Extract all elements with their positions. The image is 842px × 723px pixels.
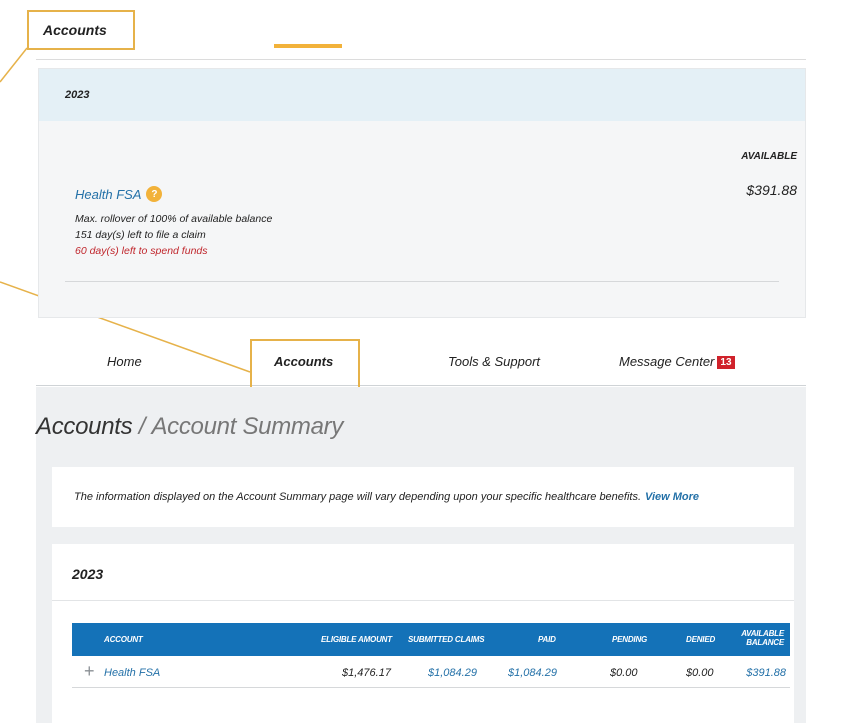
- accounts-year-title: 2023: [72, 566, 104, 582]
- col-denied[interactable]: DENIED: [686, 635, 715, 644]
- panel-year-header: 2023: [39, 69, 805, 121]
- claim-days-note: 151 day(s) left to file a claim: [75, 229, 206, 241]
- nav-active-underline: [274, 44, 342, 48]
- callout-accounts-label: Accounts: [27, 10, 135, 50]
- nav-tools-support[interactable]: Tools & Support: [448, 354, 540, 369]
- row-eligible-amount: $1,476.17: [342, 667, 391, 679]
- col-eligible-amount[interactable]: ELIGIBLE AMOUNT: [321, 635, 392, 644]
- expand-row-icon[interactable]: +: [84, 661, 95, 682]
- page-title: Accounts / Account Summary: [36, 413, 343, 441]
- callout-label: Accounts: [43, 22, 107, 38]
- available-header: AVAILABLE: [741, 151, 797, 162]
- col-available-label: AVAILABLE: [741, 629, 784, 638]
- account-summary-panel: 2023 AVAILABLE $391.88 Health FSA ? Max.…: [38, 68, 806, 318]
- row-pending: $0.00: [610, 667, 638, 679]
- panel-divider: [65, 281, 779, 282]
- accounts-year-card: 2023 ACCOUNT ELIGIBLE AMOUNT SUBMITTED C…: [52, 544, 794, 723]
- info-text: The information displayed on the Account…: [74, 491, 642, 503]
- top-divider: [36, 59, 806, 60]
- year-divider: [52, 600, 794, 601]
- available-value: $391.88: [746, 182, 797, 198]
- panel-year: 2023: [65, 89, 90, 101]
- row-paid[interactable]: $1,084.29: [508, 667, 557, 679]
- col-available-balance[interactable]: AVAILABLE BALANCE: [741, 629, 784, 647]
- breadcrumb-section[interactable]: Accounts: [36, 413, 133, 440]
- breadcrumb-separator: /: [138, 413, 146, 440]
- col-account[interactable]: ACCOUNT: [104, 635, 143, 644]
- accounts-table-header: ACCOUNT ELIGIBLE AMOUNT SUBMITTED CLAIMS…: [72, 623, 790, 656]
- col-balance-label: BALANCE: [746, 638, 784, 647]
- nav-home[interactable]: Home: [107, 354, 142, 369]
- row-submitted-claims[interactable]: $1,084.29: [428, 667, 477, 679]
- callout-line-top: [0, 47, 28, 83]
- health-fsa-link[interactable]: Health FSA ?: [75, 186, 163, 202]
- col-submitted-claims[interactable]: SUBMITTED CLAIMS: [408, 635, 485, 644]
- col-pending[interactable]: PENDING: [612, 635, 647, 644]
- rollover-note: Max. rollover of 100% of available balan…: [75, 213, 273, 225]
- help-icon[interactable]: ?: [146, 186, 163, 202]
- row-account[interactable]: Health FSA: [104, 667, 160, 679]
- table-row: + Health FSA $1,476.17 $1,084.29 $1,084.…: [72, 656, 790, 688]
- spend-days-warning: 60 day(s) left to spend funds: [75, 245, 208, 257]
- row-denied: $0.00: [686, 667, 714, 679]
- info-banner: The information displayed on the Account…: [52, 467, 794, 527]
- nav-message-center-label[interactable]: Message Center: [619, 354, 714, 369]
- col-paid[interactable]: PAID: [538, 635, 556, 644]
- main-nav: Home Accounts Tools & Support Message Ce…: [36, 336, 806, 386]
- nav-message-center[interactable]: Message Center 13: [619, 354, 735, 369]
- view-more-link[interactable]: View More: [645, 491, 699, 503]
- main-content: Accounts / Account Summary The informati…: [36, 387, 806, 723]
- breadcrumb-page: Account Summary: [151, 413, 344, 440]
- row-available-balance[interactable]: $391.88: [746, 667, 786, 679]
- health-fsa-label[interactable]: Health FSA: [75, 187, 141, 202]
- message-count-badge: 13: [717, 356, 735, 369]
